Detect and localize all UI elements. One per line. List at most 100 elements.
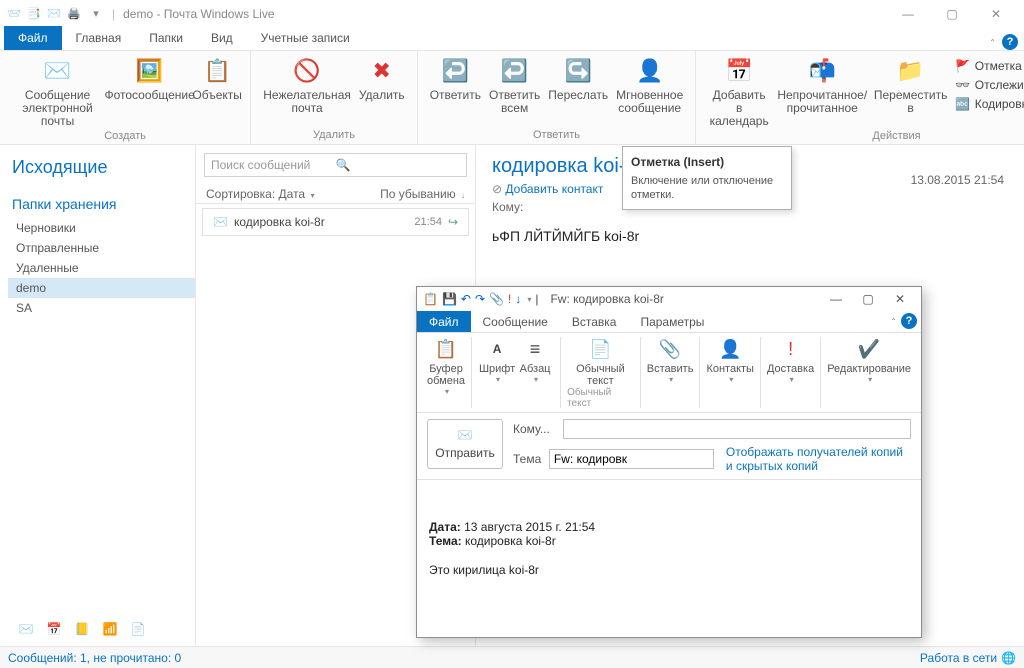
folder-drafts[interactable]: Черновики — [8, 218, 195, 238]
compose-close-button[interactable]: ✕ — [885, 289, 915, 309]
qa-icon[interactable]: 📑 — [26, 6, 42, 22]
qa-icon[interactable]: 🖨️ — [66, 6, 82, 22]
watch-button[interactable]: 👓Отслеживание — [951, 76, 1024, 94]
tooltip-body: Включение или отключение отметки. — [631, 175, 773, 201]
tab-accounts[interactable]: Учетные записи — [247, 26, 364, 50]
minimize-button[interactable]: — — [886, 2, 930, 26]
folder-deleted[interactable]: Удаленные — [8, 258, 195, 278]
im-button[interactable]: 👤Мгновенное сообщение — [612, 53, 687, 117]
editing-button[interactable]: ✔️Редактирование▾ — [827, 337, 911, 384]
new-photo-button[interactable]: 🖼️Фотосообщение — [107, 53, 192, 104]
search-input[interactable]: Поиск сообщений 🔍 — [204, 153, 467, 177]
flag-button[interactable]: 🚩Отметка — [951, 57, 1024, 75]
sort-label[interactable]: Сортировка: Дата ▾ — [206, 187, 314, 201]
group-label: Действия — [872, 130, 920, 145]
tab-home[interactable]: Главная — [62, 26, 136, 50]
priority-low-icon[interactable]: ↓ — [515, 292, 521, 306]
qa-customize-icon[interactable]: ▾ — [88, 6, 104, 22]
read-unread-button[interactable]: 📬Непрочитанное/ прочитанное — [774, 53, 870, 117]
group-label: Удалить — [313, 129, 355, 144]
close-button[interactable]: ✕ — [974, 2, 1018, 26]
sidebar-heading: Исходящие — [12, 157, 195, 178]
reading-body: ьФП ЛЙТЙМЙГБ koi-8r — [492, 228, 1008, 244]
reply-all-button[interactable]: ↩️Ответить всем — [485, 53, 544, 117]
compose-title: Fw: кодировка koi-8r — [550, 292, 663, 306]
contacts-button[interactable]: 👤Контакты▾ — [706, 337, 754, 384]
compose-help-icon[interactable]: ? — [901, 313, 917, 329]
redo-icon[interactable]: ↷ — [475, 292, 485, 306]
folder-demo[interactable]: demo — [8, 278, 195, 298]
app-icon: 📨 — [6, 6, 22, 22]
search-icon[interactable]: 🔍 — [336, 158, 461, 172]
group-label: Ответить — [533, 129, 580, 144]
add-contact-link[interactable]: Добавить контакт — [505, 182, 603, 196]
undo-icon[interactable]: ↶ — [461, 292, 471, 306]
encoding-icon: 🔤 — [955, 96, 971, 112]
compose-minimize-button[interactable]: — — [821, 289, 851, 309]
encoding-button[interactable]: 🔤Кодировка — [951, 95, 1024, 113]
junk-button[interactable]: 🚫Нежелательная почта — [259, 53, 355, 117]
compose-body[interactable]: Дата: 13 августа 2015 г. 21:54 Тема: код… — [417, 480, 921, 637]
send-icon: ✉️ — [458, 428, 473, 442]
to-input[interactable] — [563, 419, 911, 439]
forwarded-icon: ↪ — [448, 215, 458, 229]
send-button[interactable]: ✉️ Отправить — [427, 419, 503, 469]
feeds-switch-icon[interactable]: 📶 — [100, 619, 120, 639]
mail-switch-icon[interactable]: ✉️ — [16, 619, 36, 639]
tab-folders[interactable]: Папки — [135, 26, 197, 50]
ribbon-collapse-icon[interactable]: ⌃ — [989, 38, 996, 47]
plain-text-button[interactable]: 📄Обычный текст — [576, 337, 625, 387]
message-item[interactable]: ✉️ кодировка koi-8r 21:54 ↪ — [202, 208, 469, 236]
status-network: Работа в сети — [920, 651, 997, 665]
clipboard-button[interactable]: 📋Буфер обмена▾ — [427, 337, 465, 396]
delivery-button[interactable]: !Доставка▾ — [767, 337, 814, 384]
compose-maximize-button[interactable]: ▢ — [853, 289, 883, 309]
tooltip-title: Отметка (Insert) — [631, 155, 783, 169]
compose-tab-options[interactable]: Параметры — [628, 311, 716, 332]
sort-order[interactable]: По убыванию ↓ — [380, 187, 465, 201]
group-label: Создать — [104, 130, 146, 145]
paragraph-button[interactable]: ≡Абзац▾ — [516, 337, 554, 384]
sidebar-storage-heading[interactable]: Папки хранения — [12, 196, 195, 212]
show-cc-link[interactable]: Отображать получателей копий и скрытых к… — [726, 445, 911, 473]
compose-tab-message[interactable]: Сообщение — [471, 311, 560, 332]
globe-icon: 🌐 — [1001, 651, 1016, 665]
search-placeholder: Поиск сообщений — [211, 158, 336, 172]
save-icon[interactable]: 💾 — [442, 292, 457, 306]
folder-sa[interactable]: SA — [8, 298, 195, 318]
help-icon[interactable]: ? — [1002, 34, 1018, 50]
qa-icon[interactable]: ✉️ — [46, 6, 62, 22]
contacts-switch-icon[interactable]: 📒 — [72, 619, 92, 639]
new-objects-button[interactable]: 📋Объекты — [192, 53, 242, 104]
reading-date: 13.08.2015 21:54 — [911, 173, 1004, 187]
newsgroups-switch-icon[interactable]: 📄 — [128, 619, 148, 639]
attach-icon[interactable]: 📎 — [489, 292, 504, 306]
paste-icon[interactable]: 📋 — [423, 292, 438, 306]
compose-tab-file[interactable]: Файл — [417, 311, 471, 332]
subject-input[interactable] — [549, 449, 714, 469]
envelope-icon: ✉️ — [213, 215, 228, 229]
priority-high-icon[interactable]: ! — [508, 292, 511, 306]
compose-ribbon-collapse-icon[interactable]: ⌃ — [890, 317, 897, 326]
forward-button[interactable]: ↪️Переслать — [544, 53, 612, 104]
add-calendar-button[interactable]: 📅Добавить в календарь — [704, 53, 774, 130]
delete-button[interactable]: ✖Удалить — [355, 53, 409, 104]
font-button[interactable]: AШрифт▾ — [478, 337, 516, 384]
glasses-icon: 👓 — [955, 77, 971, 93]
compose-tab-insert[interactable]: Вставка — [560, 311, 629, 332]
tab-file[interactable]: Файл — [4, 26, 62, 50]
qa-customize-icon[interactable]: ▾ — [527, 295, 531, 304]
reply-button[interactable]: ↩️Ответить — [426, 53, 485, 104]
insert-button[interactable]: 📎Вставить▾ — [647, 337, 694, 384]
message-time: 21:54 — [414, 216, 442, 228]
new-mail-button[interactable]: ✉️Сообщение электронной почты — [8, 53, 107, 130]
window-title: demo - Почта Windows Live — [123, 7, 274, 21]
status-text: Сообщений: 1, не прочитано: 0 — [8, 651, 181, 665]
tooltip: Отметка (Insert) Включение или отключени… — [622, 146, 792, 210]
move-button[interactable]: 📁Переместить в — [870, 53, 950, 117]
to-label[interactable]: Кому... — [513, 422, 557, 436]
calendar-switch-icon[interactable]: 📅 — [44, 619, 64, 639]
tab-view[interactable]: Вид — [197, 26, 247, 50]
folder-sent[interactable]: Отправленные — [8, 238, 195, 258]
maximize-button[interactable]: ▢ — [930, 2, 974, 26]
